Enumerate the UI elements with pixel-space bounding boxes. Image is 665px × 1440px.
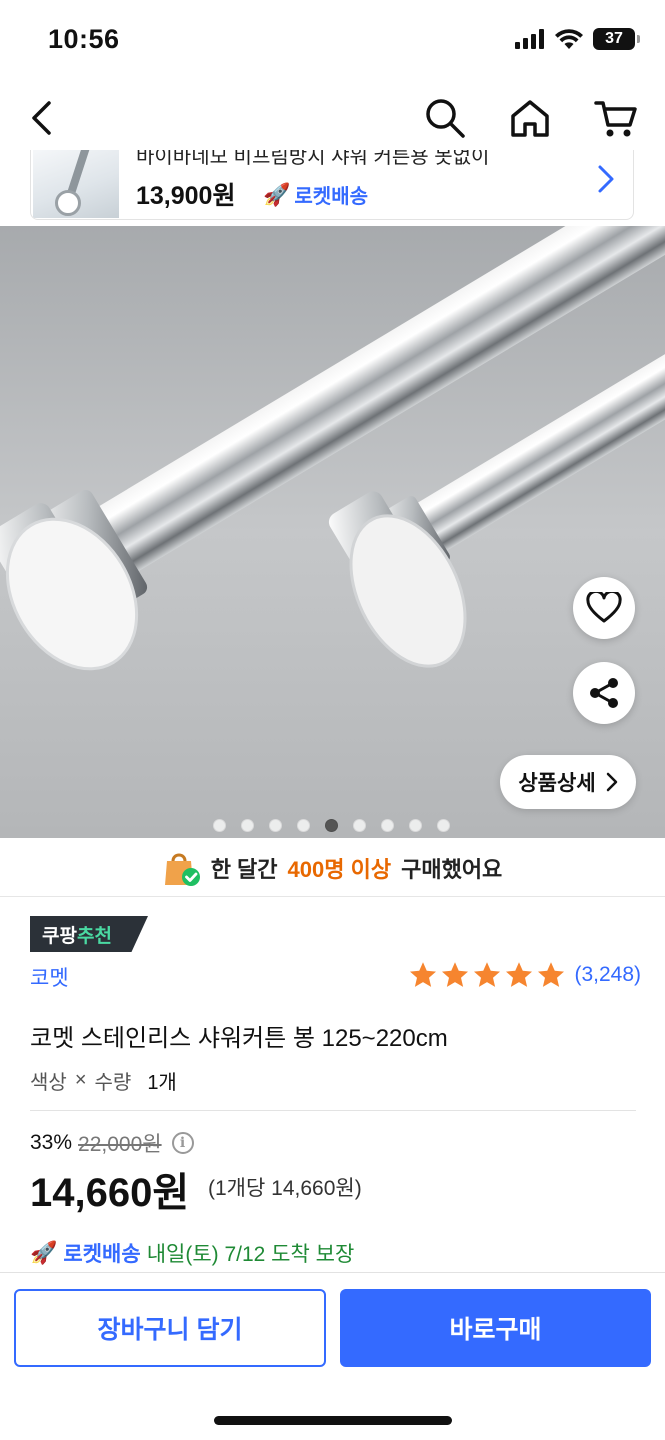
product-title: 코멧 스테인리스 샤워커튼 봉 125~220cm xyxy=(30,1025,448,1052)
coupang-recommend-badge: 쿠팡 추천 xyxy=(30,916,148,952)
pagination-dot[interactable] xyxy=(381,819,394,832)
star-icon xyxy=(538,962,565,987)
star-icon xyxy=(442,962,469,987)
status-icons: 37 xyxy=(515,28,640,50)
battery-level: 37 xyxy=(605,30,623,47)
cart-icon xyxy=(594,101,637,137)
rocket-delivery-label: 로켓배송 xyxy=(63,1243,141,1266)
recent-product-card[interactable]: 바이바네모 비프림방지 샤워 커튼용 못없이 13,900원 🚀 로켓배송 xyxy=(30,150,634,220)
delivery-info: 🚀 로켓배송 내일(토) 7/12 도착 보장 xyxy=(30,1238,354,1268)
home-button[interactable] xyxy=(506,94,554,142)
signal-icon xyxy=(515,29,544,49)
sale-price: 14,660원 xyxy=(30,1171,190,1215)
recent-product-title: 바이바네모 비프림방지 샤워 커튼용 못없이 xyxy=(136,150,490,168)
recent-product-thumbnail xyxy=(33,150,119,218)
back-button[interactable] xyxy=(18,94,66,142)
heart-icon xyxy=(586,592,622,623)
purchase-prefix: 한 달간 xyxy=(210,857,278,882)
shopping-bag-check-icon xyxy=(164,853,200,886)
option-qty-value: 1개 xyxy=(147,1072,177,1094)
divider xyxy=(0,896,665,897)
cart-button[interactable] xyxy=(592,94,640,142)
rating[interactable]: (3,248) xyxy=(408,960,641,990)
recent-product-price: 13,900원 xyxy=(136,182,236,210)
rocket-icon: 🚀 xyxy=(263,181,291,207)
rating-stars xyxy=(408,960,566,990)
product-photo xyxy=(0,226,665,838)
add-to-cart-button[interactable]: 장바구니 담기 xyxy=(14,1289,326,1367)
badge-part2: 추천 xyxy=(76,925,112,947)
info-icon[interactable]: i xyxy=(171,1132,194,1154)
chevron-right-icon xyxy=(606,772,617,792)
search-button[interactable] xyxy=(421,94,469,142)
nav-bar xyxy=(0,90,665,146)
purchase-suffix: 구매했어요 xyxy=(401,857,503,882)
option-qty-label: 수량 xyxy=(94,1072,132,1094)
back-arrow-icon xyxy=(32,101,51,135)
pagination-dot[interactable] xyxy=(297,819,310,832)
purchase-highlight: 400명 이상 xyxy=(287,857,392,882)
original-price: 22,000원 xyxy=(78,1133,162,1156)
rocket-icon: 🚀 xyxy=(30,1240,58,1265)
purchase-count-banner: 한 달간 400명 이상 구매했어요 xyxy=(0,846,665,890)
unit-price: (1개당 14,660원) xyxy=(208,1177,362,1200)
search-icon xyxy=(426,99,465,138)
gallery-pagination[interactable] xyxy=(0,819,665,832)
rocket-delivery-label: 로켓배송 xyxy=(294,186,369,208)
badge-part1: 쿠팡 xyxy=(42,925,77,947)
star-icon xyxy=(410,962,437,987)
divider xyxy=(30,1110,636,1111)
arrival-date: 내일(토) 7/12 도착 보장 xyxy=(146,1243,355,1266)
rocket-delivery-badge: 🚀 로켓배송 xyxy=(263,180,368,209)
option-separator: × xyxy=(74,1069,87,1091)
product-image-gallery[interactable]: 상품상세 xyxy=(0,226,665,838)
review-count: (3,248) xyxy=(574,963,641,986)
home-indicator xyxy=(214,1416,452,1425)
home-icon xyxy=(511,100,549,137)
product-detail-button[interactable]: 상품상세 xyxy=(500,755,636,809)
battery-icon: 37 xyxy=(593,28,640,50)
share-button[interactable] xyxy=(573,662,635,724)
pagination-dot[interactable] xyxy=(353,819,366,832)
option-line[interactable]: 색상 × 수량 1개 xyxy=(30,1066,177,1095)
buy-now-button[interactable]: 바로구매 xyxy=(340,1289,651,1367)
pagination-dot[interactable] xyxy=(269,819,282,832)
pagination-dot[interactable] xyxy=(241,819,254,832)
pagination-dot[interactable] xyxy=(325,819,338,832)
star-icon xyxy=(474,962,501,987)
discount-rate: 33% xyxy=(30,1131,73,1154)
pagination-dot[interactable] xyxy=(213,819,226,832)
star-icon xyxy=(506,962,533,987)
pagination-dot[interactable] xyxy=(437,819,450,832)
wishlist-button[interactable] xyxy=(573,577,635,639)
option-color-label: 색상 xyxy=(30,1072,67,1094)
share-icon xyxy=(590,678,618,708)
chevron-right-icon xyxy=(597,164,615,199)
wifi-icon xyxy=(555,29,583,49)
product-detail-label: 상품상세 xyxy=(518,772,596,795)
bottom-action-bar: 장바구니 담기 바로구매 xyxy=(0,1272,665,1440)
brand-link[interactable]: 코멧 xyxy=(30,962,69,992)
status-time: 10:56 xyxy=(48,24,120,54)
status-bar: 10:56 37 xyxy=(0,0,665,80)
pagination-dot[interactable] xyxy=(409,819,422,832)
price-meta: 33% 22,000원 i xyxy=(30,1128,194,1158)
